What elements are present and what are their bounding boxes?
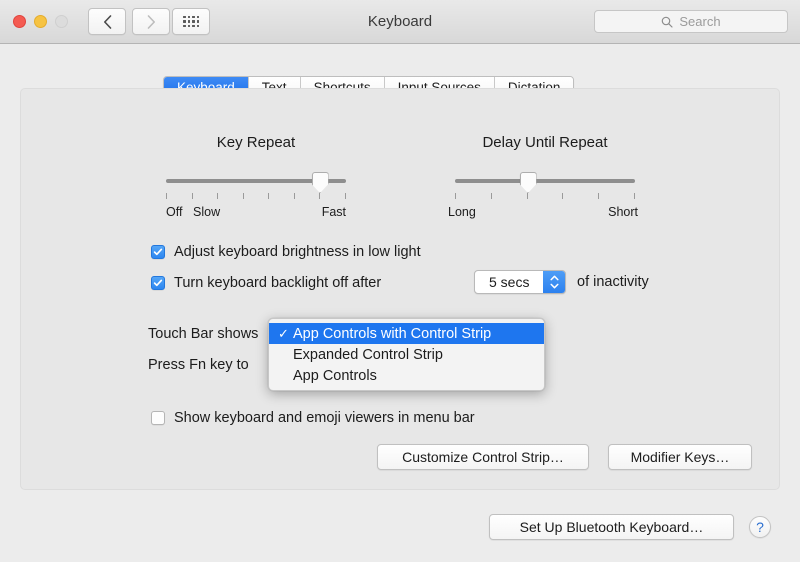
delay-repeat-thumb[interactable] [519,172,537,193]
touch-bar-shows-dropdown-menu: ✓ App Controls with Control Strip Expand… [268,318,545,391]
checkmark-icon [153,248,163,256]
menu-checkmark-icon: ✓ [278,326,289,341]
checkmark-icon [153,279,163,287]
key-repeat-slider[interactable]: Off Slow Fast [166,172,346,219]
title-bar: Keyboard Search [0,0,800,44]
stepper-arrows[interactable] [543,271,565,293]
key-repeat-label-off: Off [166,205,183,219]
menu-item-expanded-control-strip[interactable]: Expanded Control Strip [269,344,544,365]
inactivity-duration-value: 5 secs [489,274,530,290]
show-viewers-row[interactable]: Show keyboard and emoji viewers in menu … [151,410,475,426]
keyboard-preferences-window: Keyboard Search Keyboard Text Shortcuts … [0,0,800,562]
touch-bar-shows-label: Touch Bar shows [148,326,259,342]
backlight-off-checkbox[interactable] [151,276,165,290]
backlight-off-row[interactable]: Turn keyboard backlight off after [151,275,381,291]
key-repeat-ticks [166,193,346,199]
menu-item-label: App Controls [293,367,377,384]
backlight-off-label: Turn keyboard backlight off after [174,275,382,291]
show-viewers-label: Show keyboard and emoji viewers in menu … [174,410,475,426]
search-input[interactable]: Search [594,10,788,33]
key-repeat-title: Key Repeat [216,134,296,151]
search-icon [662,16,673,28]
adjust-brightness-checkbox[interactable] [151,245,165,259]
menu-item-app-controls[interactable]: App Controls [269,365,544,386]
menu-item-label: App Controls with Control Strip [293,325,492,342]
key-repeat-slider-group: Key Repeat Off Slow Fast [166,134,346,219]
delay-repeat-label-long: Long [448,205,476,219]
modifier-keys-button[interactable]: Modifier Keys… [608,444,752,470]
search-placeholder: Search [679,14,721,29]
show-viewers-checkbox[interactable] [151,411,165,425]
key-repeat-label-slow: Slow [193,205,221,219]
menu-item-app-controls-with-control-strip[interactable]: ✓ App Controls with Control Strip [269,323,544,344]
menu-item-label: Expanded Control Strip [293,346,443,363]
adjust-brightness-row[interactable]: Adjust keyboard brightness in low light [151,244,421,260]
set-up-bluetooth-keyboard-button[interactable]: Set Up Bluetooth Keyboard… [489,514,734,540]
of-inactivity-label: of inactivity [577,274,649,290]
delay-until-repeat-slider-group: Delay Until Repeat Long Short [448,134,638,219]
key-repeat-thumb[interactable] [311,172,329,193]
key-repeat-label-fast: Fast [321,205,346,219]
adjust-brightness-label: Adjust keyboard brightness in low light [174,244,421,260]
chevron-up-icon[interactable] [549,275,559,281]
customize-control-strip-button[interactable]: Customize Control Strip… [377,444,589,470]
press-fn-key-label: Press Fn key to [148,357,249,373]
delay-repeat-title: Delay Until Repeat [482,134,608,151]
chevron-down-icon[interactable] [549,283,559,289]
help-button[interactable]: ? [749,516,771,538]
inactivity-duration-stepper[interactable]: 5 secs [474,270,566,294]
delay-repeat-ticks [455,193,635,199]
delay-repeat-track[interactable] [455,179,635,183]
delay-repeat-label-short: Short [608,205,638,219]
delay-repeat-slider[interactable]: Long Short [448,172,638,219]
settings-panel [20,88,780,490]
